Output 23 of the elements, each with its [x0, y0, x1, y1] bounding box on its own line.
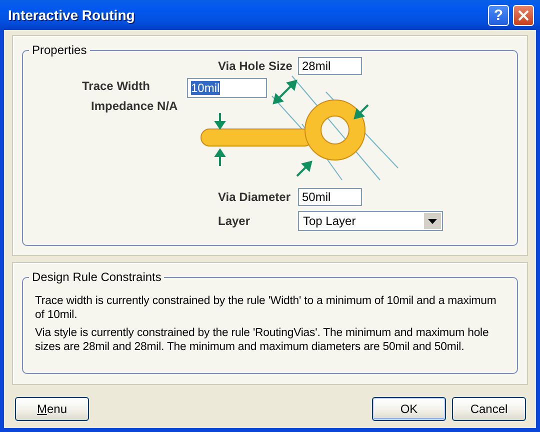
help-button[interactable]: ? [488, 4, 509, 26]
field-label: Via Diameter [218, 190, 292, 204]
close-button[interactable] [513, 4, 534, 26]
via-hole-size-field[interactable]: 28mil [298, 57, 362, 75]
group-title: Properties [29, 43, 90, 57]
caret-icon [428, 218, 437, 224]
field-label: Layer [218, 214, 252, 228]
ok-button[interactable]: OK [372, 397, 446, 421]
impedance-label: Impedance N/A [91, 99, 178, 113]
trace-width-field[interactable]: 10mil [187, 78, 267, 98]
via-diameter-field[interactable]: 50mil [298, 188, 362, 206]
group-title: Design Rule Constraints [29, 270, 164, 284]
layer-dropdown[interactable]: Top Layer [298, 211, 443, 231]
window-title: Interactive Routing [8, 7, 136, 23]
field-label: Via Hole Size [218, 59, 294, 73]
menu-button[interactable]: Menu [15, 397, 89, 421]
close-icon [518, 10, 529, 20]
cancel-button[interactable]: Cancel [452, 397, 526, 421]
field-value: 10mil [191, 81, 220, 95]
field-label: Trace Width [82, 79, 151, 93]
constraint-text: Trace width is currently constrained by the rule 'Width' to a minimum of 10mil and a maximum of 10mil. [34, 294, 498, 322]
constraint-text: Via style is currently constrained by the rule 'RoutingVias'. The minimum and maximum hole sizes are 28mil and 28mil. The minimum and maximum diameters are 50mil and 50mil. [34, 326, 490, 354]
dropdown-value: Top Layer [303, 214, 356, 228]
